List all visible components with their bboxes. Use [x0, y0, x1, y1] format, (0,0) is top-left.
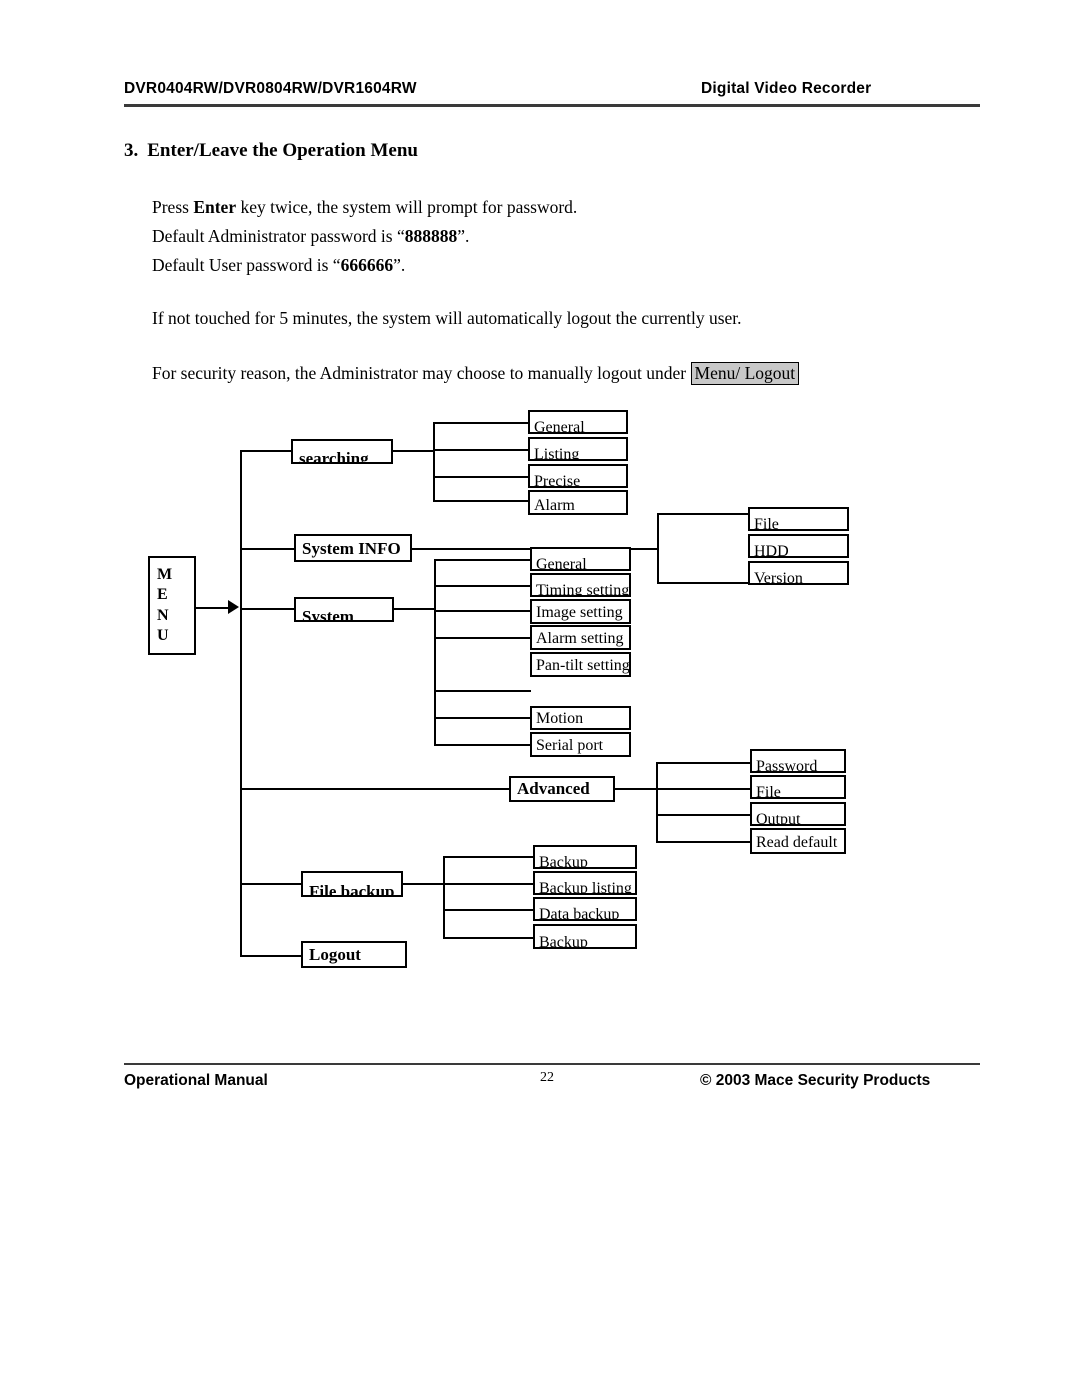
connector-trunk-to-advanced	[240, 788, 511, 790]
connector-advanced-to-read-default	[656, 841, 751, 843]
connector-system-to-general	[434, 559, 531, 561]
connector-searching-spine	[433, 422, 435, 500]
diagram-node-system-label: System	[302, 607, 354, 622]
connector-system-to-image	[434, 610, 531, 612]
diagram-node-system-info-label: System INFO	[302, 539, 401, 558]
diagram-node-advanced-label: Advanced	[517, 779, 590, 798]
footer-copyright: © 2003 Mace Security Products	[700, 1072, 931, 1089]
diagram-node-system: System	[294, 597, 394, 622]
connector-system-to-serial-port	[434, 744, 531, 746]
diagram-leaf-system-info-version: Version	[748, 561, 849, 585]
connector-main-trunk	[240, 450, 242, 956]
connector-searching-to-general	[433, 422, 529, 424]
diagram-leaf-searching-general: General	[528, 410, 628, 434]
diagram-leaf-advanced-password: Password	[750, 749, 846, 773]
diagram-leaf-advanced-file: File	[750, 775, 846, 799]
diagram-leaf-advanced-read-default: Read default	[750, 828, 846, 854]
connector-system-out	[394, 608, 435, 610]
footer-divider	[124, 1063, 980, 1065]
diagram-node-logout-label: Logout	[309, 945, 361, 964]
diagram-leaf-system-info-hdd: HDD	[748, 534, 849, 558]
diagram-leaf-searching-alarm: Alarm	[528, 490, 628, 515]
diagram-leaf-file-backup-backup: Backup	[533, 845, 637, 869]
diagram-node-logout: Logout	[301, 941, 407, 968]
connector-file-backup-to-backup-listing	[443, 883, 533, 885]
connector-system-info-to-version	[657, 582, 749, 584]
connector-searching-to-listing	[433, 449, 529, 451]
connector-advanced-to-password	[656, 762, 751, 764]
page-canvas: DVR0404RW/DVR0804RW/DVR1604RW Digital Vi…	[0, 0, 1080, 1397]
connector-searching-out	[393, 450, 434, 452]
menu-letter-m: M	[157, 565, 173, 583]
connector-system-to-timing	[434, 585, 531, 587]
connector-advanced-out	[614, 788, 657, 790]
connector-trunk-to-system-info	[240, 548, 296, 550]
connector-file-backup-to-backup	[443, 856, 533, 858]
connector-root-arrowhead	[228, 600, 239, 614]
connector-file-backup-spine	[443, 856, 445, 939]
diagram-leaf-system-general: General	[530, 547, 631, 571]
connector-system-info-spine	[657, 513, 659, 583]
connector-system-info-to-file	[657, 513, 749, 515]
menu-tree-diagram: M E N U searching System INFO System Adv…	[0, 0, 1080, 1397]
diagram-node-file-backup-label: File backup	[309, 882, 395, 897]
connector-system-to-motion	[434, 717, 531, 719]
diagram-leaf-file-backup-data-backup: Data backup	[533, 897, 637, 921]
diagram-node-advanced: Advanced	[509, 776, 615, 802]
diagram-leaf-system-info-file: File	[748, 507, 849, 531]
connector-trunk-to-logout	[240, 955, 303, 957]
connector-trunk-to-searching	[240, 450, 293, 452]
diagram-leaf-searching-listing: Listing	[528, 437, 628, 461]
connector-searching-to-alarm	[433, 500, 529, 502]
diagram-leaf-searching-precise: Precise	[528, 464, 628, 488]
diagram-leaf-system-motion: Motion	[530, 706, 631, 730]
diagram-leaf-system-serial-port: Serial port	[530, 732, 631, 757]
diagram-leaf-system-image-setting: Image setting	[530, 599, 631, 624]
connector-file-backup-to-backup-2	[443, 937, 533, 939]
footer-manual-label: Operational Manual	[124, 1072, 268, 1089]
connector-root-arrow-line	[196, 607, 230, 609]
connector-advanced-to-output	[656, 814, 751, 816]
diagram-leaf-system-pan-tilt-setting: Pan-tilt setting	[530, 652, 631, 677]
diagram-node-system-info: System INFO	[294, 534, 412, 562]
connector-trunk-to-system	[240, 608, 296, 610]
connector-file-backup-out	[402, 883, 444, 885]
diagram-leaf-file-backup-backup-2: Backup	[533, 924, 637, 949]
diagram-node-searching-label: searching	[299, 449, 369, 464]
diagram-node-file-backup: File backup	[301, 871, 403, 897]
connector-system-to-alarm	[434, 637, 531, 639]
diagram-leaf-system-alarm-setting: Alarm setting	[530, 625, 631, 650]
diagram-leaf-file-backup-backup-listing: Backup listing	[533, 871, 637, 895]
diagram-leaf-advanced-output: Output	[750, 802, 846, 826]
menu-letter-n: N	[157, 606, 169, 624]
connector-advanced-spine	[656, 762, 658, 842]
menu-letter-e: E	[157, 586, 168, 604]
connector-system-stub-empty	[434, 690, 531, 692]
menu-letter-u: U	[157, 626, 169, 644]
footer-page-number: 22	[540, 1070, 554, 1085]
connector-searching-to-precise	[433, 476, 529, 478]
connector-advanced-to-file	[656, 788, 751, 790]
diagram-node-menu-root: M E N U	[148, 556, 196, 655]
diagram-node-searching: searching	[291, 439, 393, 464]
connector-trunk-to-file-backup	[240, 883, 303, 885]
diagram-leaf-system-timing-setting: Timing setting	[530, 573, 631, 597]
connector-file-backup-to-data-backup	[443, 909, 533, 911]
